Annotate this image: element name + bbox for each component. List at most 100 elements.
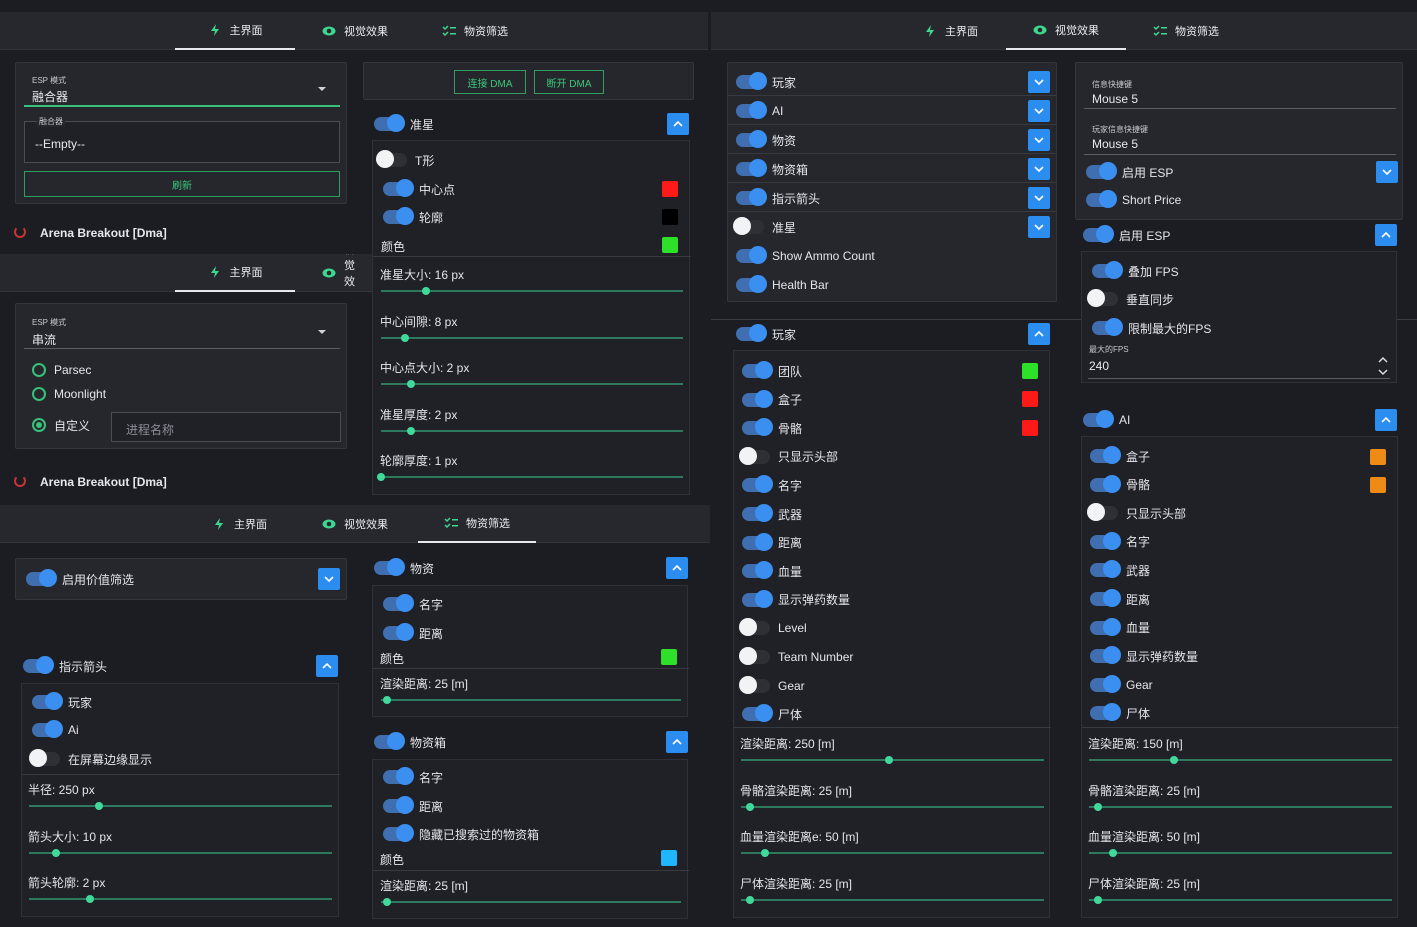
tab-main[interactable]: 主界面 <box>175 12 295 50</box>
slider-knob[interactable] <box>407 426 415 435</box>
ai-toggle[interactable] <box>1083 410 1114 428</box>
radio-button[interactable] <box>32 418 46 432</box>
max-fps-input[interactable]: 240 <box>1089 359 1109 373</box>
tab-visual[interactable]: 视觉效果 <box>310 505 400 543</box>
crate-name-option[interactable]: 名字 <box>383 767 443 787</box>
ai-box-color-swatch[interactable] <box>1370 449 1386 465</box>
crate-toggle[interactable] <box>374 732 405 750</box>
hotkey1-select[interactable]: Mouse 5 <box>1092 92 1138 106</box>
option-toggle[interactable] <box>739 618 770 637</box>
slider-track[interactable] <box>29 805 332 807</box>
crate-render-slider[interactable] <box>381 901 681 903</box>
player-option[interactable]: Gear <box>739 675 805 696</box>
ai-option[interactable]: Gear <box>1090 674 1153 695</box>
slider-knob[interactable] <box>746 802 754 811</box>
limit-fps-toggle[interactable] <box>1092 318 1123 336</box>
overlay-fps-toggle[interactable] <box>1092 261 1123 279</box>
item-toggle[interactable] <box>736 159 767 177</box>
value-filter-option[interactable]: 启用价值筛选 <box>26 569 134 589</box>
player-option[interactable]: 血量 <box>742 561 802 581</box>
loot-toggle[interactable] <box>374 558 405 576</box>
collapse-crate-button[interactable] <box>666 731 688 753</box>
expand-item-button[interactable] <box>1028 158 1050 180</box>
slider-knob[interactable] <box>52 848 60 857</box>
ai-toggle[interactable] <box>32 720 63 738</box>
visual-list-item[interactable]: 准星 <box>733 217 796 237</box>
item-toggle[interactable] <box>733 217 764 235</box>
esp-toggle[interactable] <box>1083 225 1114 243</box>
option-toggle[interactable] <box>739 675 770 694</box>
item-toggle[interactable] <box>736 246 767 264</box>
visual-list-item[interactable]: 玩家 <box>736 72 796 92</box>
slider-track[interactable] <box>741 805 1044 808</box>
slider-track[interactable] <box>1089 898 1392 901</box>
crosshair-toggle[interactable] <box>374 114 405 132</box>
player-option[interactable]: 骨骼 <box>742 418 802 438</box>
edge-show-toggle[interactable] <box>29 749 60 767</box>
option-toggle[interactable] <box>1090 674 1121 693</box>
visual-list-item[interactable]: Health Bar <box>736 275 829 295</box>
loot-header[interactable]: 物资 <box>374 558 434 578</box>
arrows-header[interactable]: 指示箭头 <box>23 656 107 676</box>
slider-track[interactable] <box>381 383 683 385</box>
collapse-arrows-button[interactable] <box>316 655 338 677</box>
collapse-crosshair-button[interactable] <box>667 113 689 135</box>
box-color-swatch[interactable] <box>1022 391 1038 407</box>
option-toggle[interactable] <box>742 561 773 580</box>
option-toggle[interactable] <box>742 475 773 494</box>
slider-knob[interactable] <box>885 756 893 764</box>
option-toggle[interactable] <box>1090 589 1121 607</box>
loot-name-option[interactable]: 名字 <box>383 594 443 614</box>
hide-searched-option[interactable]: 隐藏已搜索过的物资箱 <box>383 824 539 844</box>
refresh-button[interactable]: 刷新 <box>24 171 340 197</box>
center-dot-option[interactable]: 中心点 <box>383 179 455 199</box>
slider-knob[interactable] <box>383 696 391 704</box>
ai-option[interactable]: 武器 <box>1090 560 1150 580</box>
slider-knob[interactable] <box>407 380 415 388</box>
slider-knob[interactable] <box>422 287 430 295</box>
visual-list-item[interactable]: Show Ammo Count <box>736 246 875 266</box>
distance-toggle[interactable] <box>383 796 414 814</box>
distance-toggle[interactable] <box>383 623 414 641</box>
tab-visual[interactable]: 视觉效果 <box>310 254 372 292</box>
outline-color-swatch[interactable] <box>662 209 678 225</box>
short-price-toggle[interactable] <box>1086 190 1117 208</box>
item-toggle[interactable] <box>736 130 767 148</box>
player-option[interactable]: Level <box>739 618 807 638</box>
player-option[interactable]: 团队 <box>742 361 802 381</box>
vsync-toggle[interactable] <box>1087 289 1118 307</box>
visual-list-item[interactable]: 物资箱 <box>736 159 808 179</box>
slider-track[interactable] <box>381 476 683 478</box>
option-toggle[interactable] <box>742 589 773 608</box>
expand-item-button[interactable] <box>1028 100 1050 122</box>
visual-list-item[interactable]: 物资 <box>736 130 796 150</box>
name-toggle[interactable] <box>383 594 414 612</box>
hotkey2-select[interactable]: Mouse 5 <box>1092 137 1138 151</box>
slider-track[interactable] <box>741 852 1044 854</box>
player-option[interactable]: 武器 <box>742 504 802 524</box>
slider-track[interactable] <box>1089 852 1392 854</box>
expand-item-button[interactable] <box>1028 216 1050 238</box>
ai-option[interactable]: 显示弹药数量 <box>1090 646 1198 666</box>
slider-knob[interactable] <box>401 333 409 342</box>
enable-esp-option[interactable]: 启用 ESP <box>1086 162 1173 182</box>
esp-mode-select[interactable]: 串流 <box>32 331 56 348</box>
option-toggle[interactable] <box>742 504 773 522</box>
ai-option[interactable]: 血量 <box>1090 617 1150 638</box>
option-toggle[interactable] <box>1090 646 1121 665</box>
item-toggle[interactable] <box>736 275 767 293</box>
edge-show-option[interactable]: 在屏幕边缘显示 <box>29 749 152 769</box>
ai-skeleton-color-swatch[interactable] <box>1370 477 1386 493</box>
option-toggle[interactable] <box>742 532 773 551</box>
option-toggle[interactable] <box>1090 474 1121 493</box>
option-toggle[interactable] <box>1090 531 1121 550</box>
ai-option[interactable]: 只显示头部 <box>1087 503 1186 523</box>
radio-button[interactable] <box>32 387 46 401</box>
tab-visual[interactable]: 视觉效果 <box>310 12 400 50</box>
expand-esp-button[interactable] <box>1376 161 1398 183</box>
tab-loot[interactable]: 物资筛选 <box>418 505 536 543</box>
slider-knob[interactable] <box>383 898 391 906</box>
ai-option[interactable]: 盒子 <box>1090 446 1150 466</box>
arrows-ai-option[interactable]: Ai <box>32 720 79 740</box>
radio-button[interactable] <box>32 363 46 377</box>
